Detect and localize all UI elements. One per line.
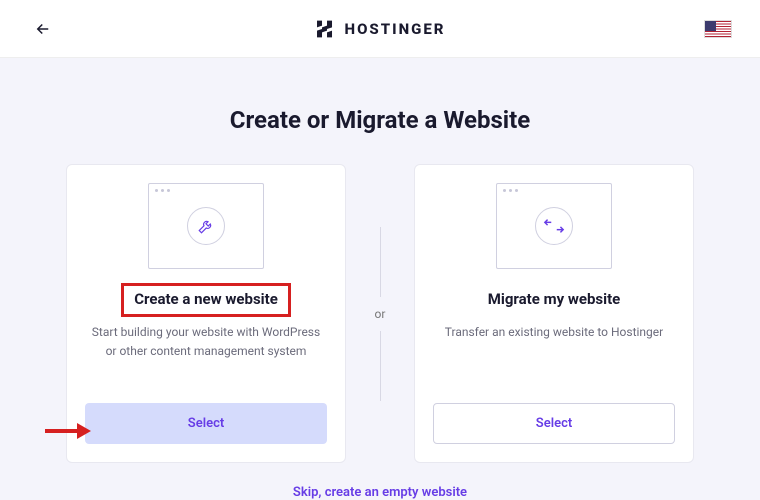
create-card-desc: Start building your website with WordPre…	[85, 323, 327, 381]
create-card-title: Create a new website	[134, 290, 278, 308]
arrow-left-icon	[34, 20, 52, 38]
create-select-button[interactable]: Select	[85, 403, 327, 444]
migrate-card-title: Migrate my website	[488, 290, 621, 308]
brand-name: HOSTINGER	[345, 20, 446, 38]
wrench-icon	[197, 217, 215, 235]
transfer-arrows-icon	[543, 217, 565, 235]
migrate-card-desc: Transfer an existing website to Hostinge…	[445, 323, 663, 381]
top-bar: HOSTINGER	[0, 0, 760, 58]
cards-divider: or	[346, 164, 414, 463]
create-title-highlight: Create a new website	[121, 283, 291, 317]
migrate-select-button[interactable]: Select	[433, 403, 675, 444]
skip-link[interactable]: Skip, create an empty website	[0, 485, 760, 500]
card-create-website: Create a new website Start building your…	[66, 164, 346, 463]
create-illustration	[148, 183, 264, 269]
divider-label: or	[375, 297, 386, 331]
option-cards: Create a new website Start building your…	[0, 164, 760, 463]
hostinger-logo-icon	[315, 19, 335, 39]
migrate-title-wrap: Migrate my website	[475, 283, 634, 317]
page-title: Create or Migrate a Website	[0, 106, 760, 134]
back-button[interactable]	[28, 14, 58, 44]
migrate-illustration	[496, 183, 612, 269]
brand-logo: HOSTINGER	[315, 19, 446, 39]
locale-flag-us[interactable]	[704, 20, 732, 38]
card-migrate-website: Migrate my website Transfer an existing …	[414, 164, 694, 463]
